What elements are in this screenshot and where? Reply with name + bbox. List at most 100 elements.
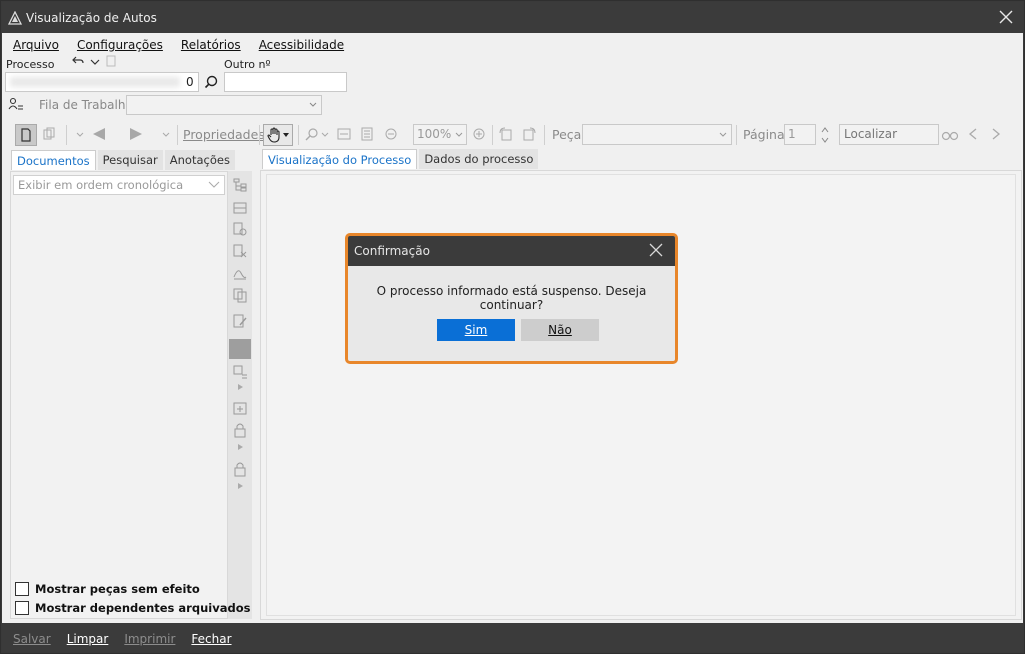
copy-documents-icon[interactable] <box>232 287 248 303</box>
outro-label: Outro nº <box>224 58 271 71</box>
expand-arrow-icon[interactable] <box>238 483 243 489</box>
menu-relatorios[interactable]: Relatórios <box>171 35 249 55</box>
hand-icon <box>267 127 280 143</box>
zoom-select[interactable]: 100% <box>413 124 467 145</box>
limpar-button[interactable]: Limpar <box>67 632 109 646</box>
rotate-left-icon[interactable] <box>498 126 514 142</box>
confirmation-dialog: Confirmação O processo informado está su… <box>345 233 678 364</box>
tab-pesquisar[interactable]: Pesquisar <box>97 150 163 170</box>
previous-arrow-icon[interactable] <box>91 127 107 141</box>
expand-arrow-icon[interactable] <box>238 384 243 390</box>
processo-input[interactable]: 0 <box>5 72 199 92</box>
clipboard-icon[interactable] <box>106 55 116 67</box>
outro-numero-input[interactable] <box>224 72 347 92</box>
properties-button[interactable]: Propriedades <box>183 127 265 142</box>
processo-label: Processo <box>6 58 55 71</box>
lock-icon[interactable] <box>232 461 248 477</box>
undo-icon[interactable] <box>72 55 84 67</box>
zoom-icon[interactable] <box>305 127 319 141</box>
close-icon[interactable] <box>649 243 663 257</box>
window-title: Visualização de Autos <box>26 10 157 25</box>
order-select[interactable]: Exibir em ordem cronológica <box>13 175 225 195</box>
binoculars-icon[interactable] <box>941 127 959 141</box>
show-archived-checkbox[interactable]: Mostrar dependentes arquivados <box>15 601 250 615</box>
tab-documentos[interactable]: Documentos <box>11 150 96 170</box>
document-list-icon[interactable] <box>232 364 248 380</box>
checkbox-box[interactable] <box>15 601 29 615</box>
document-tools-strip <box>228 171 252 619</box>
edit-document-icon[interactable] <box>232 313 248 329</box>
chevron-down-icon <box>208 181 220 188</box>
checkbox-label: Mostrar peças sem efeito <box>35 582 200 596</box>
dropdown-arrow-icon[interactable] <box>321 132 329 138</box>
add-note-icon[interactable] <box>232 401 248 417</box>
dropdown-arrow-icon <box>455 132 463 137</box>
pagina-label: Página <box>743 127 785 142</box>
documents-pane: Exibir em ordem cronológica <box>10 171 228 619</box>
imprimir-button[interactable]: Imprimir <box>124 632 175 646</box>
document-mode-button[interactable] <box>15 124 37 146</box>
tab-anotacoes[interactable]: Anotações <box>164 150 235 170</box>
title-bar: Visualização de Autos <box>2 2 1023 33</box>
chevron-left-icon[interactable] <box>968 128 978 140</box>
rotate-right-icon[interactable] <box>521 126 537 142</box>
dialog-title: Confirmação <box>354 244 430 258</box>
show-no-effect-checkbox[interactable]: Mostrar peças sem efeito <box>15 582 200 596</box>
lock-icon[interactable] <box>232 422 248 438</box>
tree-view-icon[interactable] <box>232 177 248 193</box>
next-arrow-icon[interactable] <box>128 127 144 141</box>
list-view-icon[interactable] <box>232 200 248 216</box>
salvar-button[interactable]: Salvar <box>13 632 51 646</box>
tab-visualizacao[interactable]: Visualização do Processo <box>262 149 418 169</box>
no-button[interactable]: Não <box>521 319 599 341</box>
fechar-button[interactable]: Fechar <box>191 632 231 646</box>
dialog-message: O processo informado está suspenso. Dese… <box>376 284 647 312</box>
order-select-value: Exibir em ordem cronológica <box>18 178 184 192</box>
zoom-in-icon[interactable] <box>472 127 486 141</box>
close-icon[interactable] <box>997 8 1015 26</box>
dialog-header: Confirmação <box>348 236 675 266</box>
document-search-icon[interactable] <box>232 221 248 237</box>
viewer-tabs: Visualização do Processo Dados do proces… <box>262 149 540 169</box>
peca-select[interactable] <box>582 124 732 145</box>
dropdown-arrow-icon <box>309 102 317 107</box>
checkbox-box[interactable] <box>15 582 29 596</box>
chevron-down-icon[interactable] <box>89 57 101 67</box>
yes-button[interactable]: Sim <box>437 319 515 341</box>
fit-width-icon[interactable] <box>337 127 351 141</box>
pagina-input[interactable]: 1 <box>784 124 816 145</box>
menu-arquivo[interactable]: Arquivo <box>2 35 67 55</box>
selected-tool-highlight[interactable] <box>229 339 251 359</box>
redacted-process-number <box>10 77 180 87</box>
app-logo-icon <box>8 10 22 25</box>
zoom-value: 100% <box>417 127 452 141</box>
tab-dados[interactable]: Dados do processo <box>419 149 539 169</box>
localizar-input[interactable]: Localizar <box>839 124 939 145</box>
search-icon[interactable] <box>204 75 218 89</box>
dropdown-arrow-icon[interactable] <box>76 132 84 138</box>
workflow-icon <box>8 97 23 110</box>
peca-label: Peça <box>552 127 582 142</box>
dropdown-arrow-icon <box>283 132 289 137</box>
fila-label: Fila de Trabalho <box>39 98 133 112</box>
processo-value-tail: 0 <box>186 75 194 89</box>
checkbox-label: Mostrar dependentes arquivados <box>35 601 251 615</box>
dropdown-arrow-icon <box>719 132 727 137</box>
hand-tool-button[interactable] <box>263 124 293 146</box>
menu-acessibilidade[interactable]: Acessibilidade <box>249 35 352 55</box>
menu-configuracoes[interactable]: Configurações <box>67 35 171 55</box>
zoom-out-icon[interactable] <box>384 127 398 141</box>
pagina-value: 1 <box>788 127 796 141</box>
fila-select[interactable] <box>126 95 322 115</box>
page-stepper-icon[interactable] <box>820 125 830 145</box>
signature-icon[interactable] <box>232 265 248 281</box>
footer-bar: Salvar Limpar Imprimir Fechar <box>2 623 1023 652</box>
pages-icon[interactable] <box>42 127 56 141</box>
document-icon <box>21 128 31 142</box>
expand-arrow-icon[interactable] <box>238 444 243 450</box>
yes-button-label: Sim <box>464 323 488 337</box>
document-remove-icon[interactable] <box>232 243 248 259</box>
dropdown-arrow-icon[interactable] <box>162 132 170 138</box>
fit-page-icon[interactable] <box>360 127 374 141</box>
chevron-right-icon[interactable] <box>991 128 1001 140</box>
